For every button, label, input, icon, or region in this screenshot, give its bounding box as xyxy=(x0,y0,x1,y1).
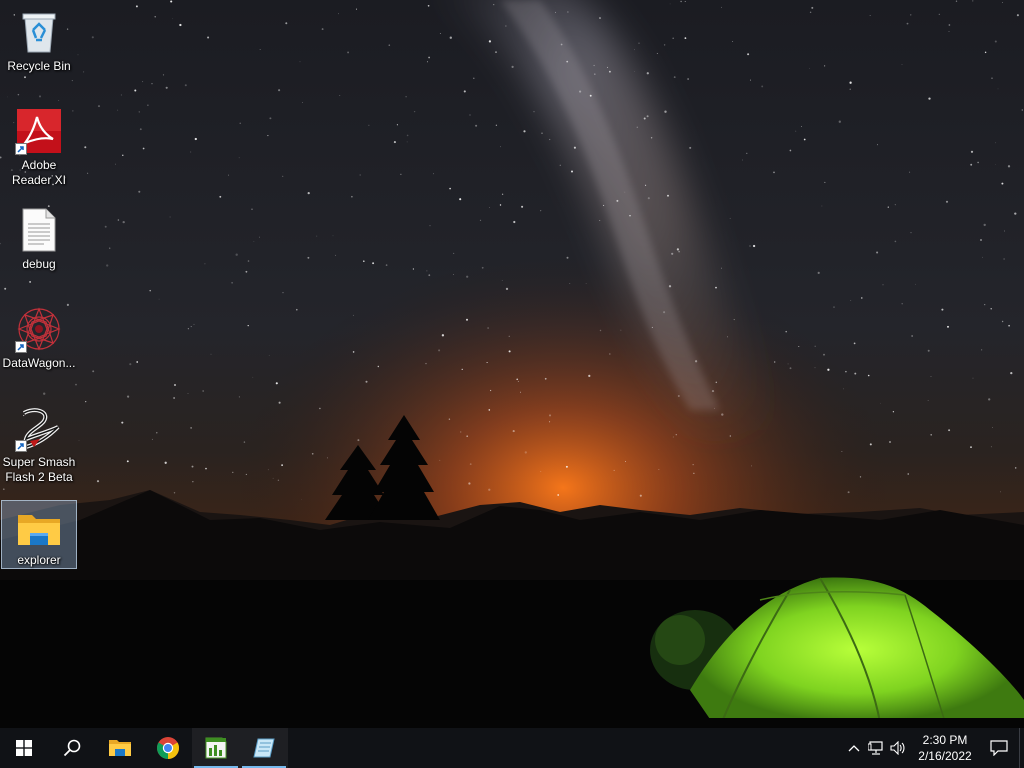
wallpaper-image xyxy=(0,0,1024,728)
spreadsheet-app-icon xyxy=(205,737,227,759)
windows-start-icon xyxy=(16,740,32,756)
desktop[interactable]: Recycle Bin Adobe Reader XI debug DataWa… xyxy=(0,0,1024,768)
desktop-icon-label: DataWagon... xyxy=(2,356,76,370)
taskbar: 2:30 PM 2/16/2022 xyxy=(0,728,1024,768)
file-explorer-icon xyxy=(109,740,131,756)
desktop-icon-label: Recycle Bin xyxy=(7,59,71,73)
taskbar-notepad-app[interactable] xyxy=(240,728,288,768)
datawagon-icon xyxy=(15,305,63,353)
system-tray: 2:30 PM 2/16/2022 xyxy=(843,728,1024,768)
show-desktop-button[interactable] xyxy=(1019,728,1024,768)
desktop-icon-recycle-bin[interactable]: Recycle Bin xyxy=(1,2,77,84)
desktop-icon-label: Adobe Reader XI xyxy=(11,158,67,187)
chrome-icon xyxy=(157,737,179,759)
notification-icon xyxy=(990,740,1008,756)
shortcut-arrow-icon xyxy=(15,440,27,452)
desktop-icon-debug[interactable]: debug xyxy=(1,200,77,282)
desktop-icon-label: debug xyxy=(22,257,56,271)
chevron-up-icon xyxy=(848,745,860,752)
ssf2-icon xyxy=(15,404,63,452)
folder-icon xyxy=(15,507,63,550)
desktop-icon-adobe-reader[interactable]: Adobe Reader XI xyxy=(1,101,77,193)
shortcut-arrow-icon xyxy=(15,143,27,155)
clock-date: 2/16/2022 xyxy=(918,749,972,763)
network-button[interactable] xyxy=(865,728,887,768)
start-button[interactable] xyxy=(0,728,48,768)
volume-button[interactable] xyxy=(887,728,909,768)
taskbar-clock[interactable]: 2:30 PM 2/16/2022 xyxy=(913,728,977,768)
search-button[interactable] xyxy=(48,728,96,768)
text-file-icon xyxy=(15,206,63,254)
desktop-icon-label: Super Smash Flash 2 Beta xyxy=(2,455,76,484)
shortcut-arrow-icon xyxy=(15,341,27,353)
desktop-icon-datawagon[interactable]: DataWagon... xyxy=(1,299,77,381)
show-hidden-icons-button[interactable] xyxy=(843,728,865,768)
volume-icon xyxy=(890,741,905,755)
desktop-icon-super-smash-flash[interactable]: Super Smash Flash 2 Beta xyxy=(1,398,77,490)
taskbar-chrome[interactable] xyxy=(144,728,192,768)
notepad-app-icon xyxy=(253,738,275,758)
taskbar-file-explorer[interactable] xyxy=(96,728,144,768)
desktop-icon-label: explorer xyxy=(17,553,61,567)
action-center-button[interactable] xyxy=(979,728,1019,768)
desktop-icon-explorer[interactable]: explorer xyxy=(1,500,77,569)
network-icon xyxy=(868,741,883,755)
recycle-bin-icon xyxy=(15,8,63,56)
taskbar-spreadsheet-app[interactable] xyxy=(192,728,240,768)
adobe-reader-icon xyxy=(15,107,63,155)
search-icon xyxy=(63,739,81,757)
clock-time: 2:30 PM xyxy=(922,733,968,747)
